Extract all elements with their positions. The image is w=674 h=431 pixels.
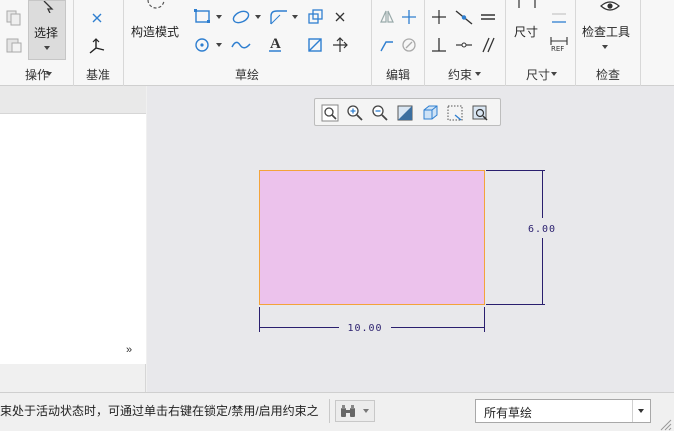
project-edge-icon[interactable] <box>306 36 326 54</box>
dimension-menu-caret[interactable] <box>551 72 557 76</box>
panel-collapse-icon[interactable]: » <box>126 344 138 356</box>
find-button[interactable] <box>335 400 375 422</box>
circle-dropdown-caret[interactable] <box>216 43 222 47</box>
constrain-menu-caret[interactable] <box>475 72 481 76</box>
corner-trim-icon[interactable] <box>378 36 396 54</box>
selection-filter-arrow[interactable] <box>632 400 650 422</box>
copy-icon[interactable] <box>5 10 23 26</box>
status-message: 束处于活动状态时，可通过单击右键在锁定/禁用/启用约束之 <box>0 404 319 418</box>
mirror-icon[interactable] <box>378 8 396 26</box>
equal-constraint-icon[interactable] <box>478 8 498 26</box>
group-divider <box>424 0 425 86</box>
resize-grip-icon[interactable] <box>658 417 672 431</box>
perpendicular-constraint-icon[interactable] <box>430 36 448 54</box>
select-button[interactable]: 选择 <box>28 0 66 60</box>
group-divider <box>505 0 506 86</box>
inspect-eye-icon <box>600 1 620 11</box>
reference-dimension-icon[interactable]: REF <box>548 36 570 56</box>
coordinate-system-icon[interactable] <box>87 37 107 55</box>
group-divider <box>640 0 641 86</box>
tangent-constraint-icon[interactable] <box>454 8 474 26</box>
construction-mode-label: 构造模式 <box>131 25 180 39</box>
group-label-datum: 基准 <box>85 68 110 82</box>
ellipse-dropdown-caret[interactable] <box>255 15 261 19</box>
width-dimension-value[interactable]: 10.00 <box>347 323 382 334</box>
fillet-dropdown-caret[interactable] <box>292 15 298 19</box>
datum-point-icon[interactable] <box>89 10 105 26</box>
dimension-button[interactable]: 尺寸 <box>508 0 544 60</box>
divide-icon[interactable] <box>400 8 418 26</box>
reference-dimension-glyph: REF <box>551 45 565 53</box>
midpoint-constraint-icon[interactable] <box>454 36 474 54</box>
graphics-window[interactable]: 6.00 10.00 <box>147 86 674 392</box>
vertical-constraint-icon[interactable] <box>430 8 448 26</box>
model-tree-panel: » <box>0 86 146 392</box>
construction-mode-icon <box>147 0 165 9</box>
rotate-resize-icon[interactable] <box>400 36 418 54</box>
spline-tool-icon[interactable] <box>230 36 252 54</box>
cursor-arrow-icon <box>43 1 54 13</box>
group-label-constrain: 约束 <box>447 68 472 82</box>
sketch-canvas[interactable]: 6.00 10.00 <box>147 86 674 392</box>
inspect-tools-label: 检查工具 <box>582 25 631 39</box>
model-tree-header <box>0 86 146 114</box>
group-label-edit: 编辑 <box>385 68 410 82</box>
model-tree-body[interactable] <box>0 114 146 364</box>
fillet-tool-icon[interactable] <box>268 8 290 26</box>
height-dimension-value[interactable]: 6.00 <box>528 224 556 235</box>
rectangle-dropdown-caret[interactable] <box>216 15 222 19</box>
status-divider <box>329 399 330 423</box>
binoculars-icon <box>341 405 355 417</box>
baseline-dimension-icon[interactable] <box>550 10 568 26</box>
chevron-down-icon <box>638 409 644 413</box>
rectangle-tool-icon[interactable] <box>193 8 213 26</box>
transform-icon[interactable] <box>330 36 350 54</box>
group-divider <box>575 0 576 86</box>
group-divider <box>371 0 372 86</box>
selection-filter-dropdown[interactable]: 所有草绘 <box>475 399 651 423</box>
group-label-inspect: 检查 <box>595 68 620 82</box>
selection-filter-value: 所有草绘 <box>484 406 533 420</box>
sketch-rectangle[interactable] <box>259 170 485 305</box>
ribbon: 选择 操作 基准 构造模式 A 草绘 编辑 约束 尺寸 REF 尺寸 检查工具 … <box>0 0 674 86</box>
group-label-operations: 操作 <box>24 68 49 82</box>
find-dropdown-caret <box>363 409 369 413</box>
dimension-tool-icon <box>518 0 536 8</box>
circle-tool-icon[interactable] <box>193 36 213 54</box>
construction-mode-button[interactable]: 构造模式 <box>127 0 185 60</box>
select-dropdown-caret <box>44 46 50 50</box>
operations-menu-caret[interactable] <box>46 72 52 76</box>
ellipse-tool-icon[interactable] <box>230 8 252 26</box>
group-divider <box>123 0 124 86</box>
select-button-label: 选择 <box>34 26 59 40</box>
inspect-tools-button[interactable]: 检查工具 <box>579 0 635 60</box>
status-bar: 束处于活动状态时，可通过单击右键在锁定/禁用/启用约束之 所有草绘 <box>0 392 674 431</box>
paste-icon[interactable] <box>5 37 23 53</box>
text-tool-icon[interactable]: A <box>268 36 288 54</box>
offset-edge-icon[interactable] <box>306 8 324 26</box>
parallel-constraint-icon[interactable] <box>478 36 498 54</box>
group-label-sketch: 草绘 <box>234 68 259 82</box>
inspect-tools-dropdown-caret <box>602 45 608 49</box>
delete-segment-icon[interactable] <box>332 10 348 24</box>
dimension-button-label: 尺寸 <box>514 25 539 39</box>
